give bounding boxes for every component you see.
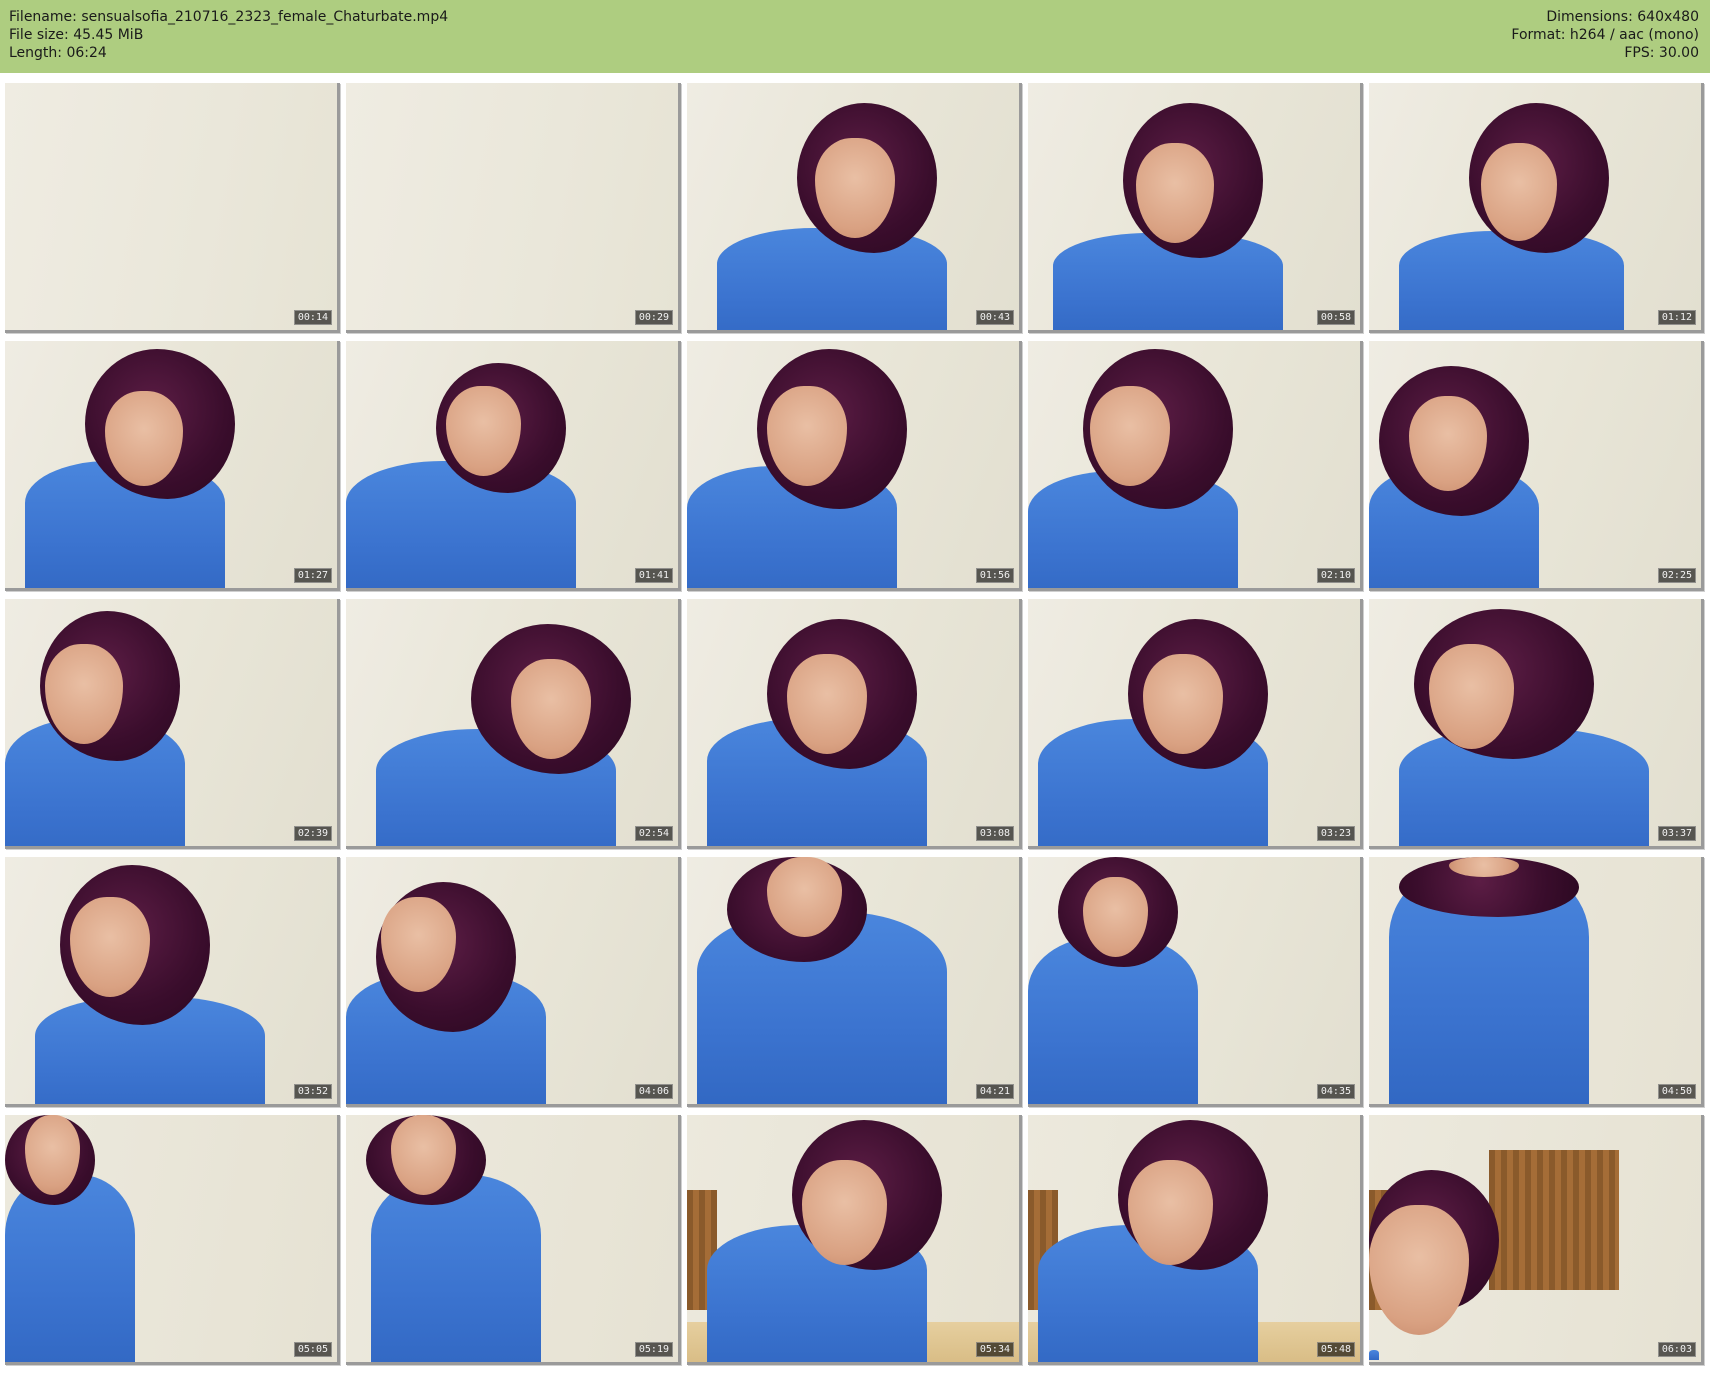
file-info-left: Filename: sensualsofia_210716_2323_femal…: [9, 8, 448, 62]
fps-row: FPS: 30.00: [1511, 44, 1699, 62]
timestamp-label: 05:48: [1316, 1342, 1355, 1357]
video-thumbnail[interactable]: 01:12: [1369, 83, 1704, 333]
filename-value: sensualsofia_210716_2323_female_Chaturba…: [81, 9, 449, 25]
timestamp-label: 03:37: [1657, 826, 1696, 841]
timestamp-label: 01:12: [1657, 310, 1696, 325]
timestamp-label: 02:54: [634, 826, 673, 841]
thumbnail-grid: 00:14 00:29 00:43 00:58 01:12 01:27 01:41 01:56…: [5, 83, 1705, 1365]
timestamp-label: 01:41: [634, 568, 673, 583]
filesize-label: File size:: [9, 27, 69, 43]
dimensions-row: Dimensions: 640x480: [1511, 8, 1699, 26]
timestamp-label: 00:29: [634, 310, 673, 325]
blue-shirt-shape: [1399, 231, 1624, 330]
video-thumbnail[interactable]: 02:25: [1369, 341, 1704, 591]
timestamp-label: 04:21: [975, 1084, 1014, 1099]
video-thumbnail[interactable]: 00:58: [1028, 83, 1363, 333]
fps-label: FPS:: [1624, 45, 1655, 61]
format-value: h264 / aac (mono): [1569, 27, 1699, 43]
video-thumbnail[interactable]: 00:29: [346, 83, 681, 333]
timestamp-label: 04:50: [1657, 1084, 1696, 1099]
filename-row: Filename: sensualsofia_210716_2323_femal…: [9, 8, 448, 26]
video-thumbnail[interactable]: 05:48: [1028, 1115, 1363, 1365]
timestamp-label: 04:35: [1316, 1084, 1355, 1099]
blue-shirt-shape: [5, 1175, 135, 1362]
timestamp-label: 00:58: [1316, 310, 1355, 325]
video-thumbnail[interactable]: 02:54: [346, 599, 681, 849]
video-thumbnail[interactable]: 01:56: [687, 341, 1022, 591]
headboard-graphic: [1489, 1150, 1619, 1290]
video-thumbnail[interactable]: 04:21: [687, 857, 1022, 1107]
video-thumbnail[interactable]: 03:08: [687, 599, 1022, 849]
timestamp-label: 05:34: [975, 1342, 1014, 1357]
timestamp-label: 00:14: [293, 310, 332, 325]
length-value: 06:24: [66, 45, 107, 61]
video-thumbnail[interactable]: 02:39: [5, 599, 340, 849]
format-row: Format: h264 / aac (mono): [1511, 26, 1699, 44]
blue-shirt-shape: [371, 1175, 541, 1362]
video-thumbnail[interactable]: 01:27: [5, 341, 340, 591]
file-info-right: Dimensions: 640x480 Format: h264 / aac (…: [1511, 8, 1699, 62]
timestamp-label: 05:19: [634, 1342, 673, 1357]
timestamp-label: 04:06: [634, 1084, 673, 1099]
length-label: Length:: [9, 45, 63, 61]
length-row: Length: 06:24: [9, 44, 448, 62]
video-thumbnail[interactable]: 02:10: [1028, 341, 1363, 591]
video-thumbnail[interactable]: 00:14: [5, 83, 340, 333]
timestamp-label: 02:10: [1316, 568, 1355, 583]
video-thumbnail[interactable]: 06:03: [1369, 1115, 1704, 1365]
video-thumbnail[interactable]: 05:05: [5, 1115, 340, 1365]
video-thumbnail[interactable]: 04:50: [1369, 857, 1704, 1107]
dimensions-value: 640x480: [1637, 9, 1699, 25]
video-thumbnail[interactable]: 05:34: [687, 1115, 1022, 1365]
video-thumbnail[interactable]: 03:23: [1028, 599, 1363, 849]
blue-shirt-shape: [1369, 1350, 1379, 1360]
timestamp-label: 03:08: [975, 826, 1014, 841]
filesize-row: File size: 45.45 MiB: [9, 26, 448, 44]
timestamp-label: 02:39: [293, 826, 332, 841]
filesize-value: 45.45 MiB: [73, 27, 144, 43]
filename-label: Filename:: [9, 9, 77, 25]
timestamp-label: 00:43: [975, 310, 1014, 325]
timestamp-label: 06:03: [1657, 1342, 1696, 1357]
format-label: Format:: [1511, 27, 1566, 43]
blue-shirt-shape: [717, 228, 947, 330]
timestamp-label: 05:05: [293, 1342, 332, 1357]
timestamp-label: 02:25: [1657, 568, 1696, 583]
dimensions-label: Dimensions:: [1546, 9, 1633, 25]
fps-value: 30.00: [1658, 45, 1699, 61]
timestamp-label: 03:52: [293, 1084, 332, 1099]
info-header: Filename: sensualsofia_210716_2323_femal…: [0, 0, 1710, 73]
timestamp-label: 03:23: [1316, 826, 1355, 841]
video-thumbnail[interactable]: 04:06: [346, 857, 681, 1107]
video-thumbnail[interactable]: 03:52: [5, 857, 340, 1107]
video-thumbnail[interactable]: 00:43: [687, 83, 1022, 333]
timestamp-label: 01:56: [975, 568, 1014, 583]
timestamp-label: 01:27: [293, 568, 332, 583]
video-thumbnail[interactable]: 01:41: [346, 341, 681, 591]
video-thumbnail[interactable]: 03:37: [1369, 599, 1704, 849]
video-thumbnail[interactable]: 04:35: [1028, 857, 1363, 1107]
face-shape: [1369, 1205, 1469, 1335]
video-thumbnail[interactable]: 05:19: [346, 1115, 681, 1365]
